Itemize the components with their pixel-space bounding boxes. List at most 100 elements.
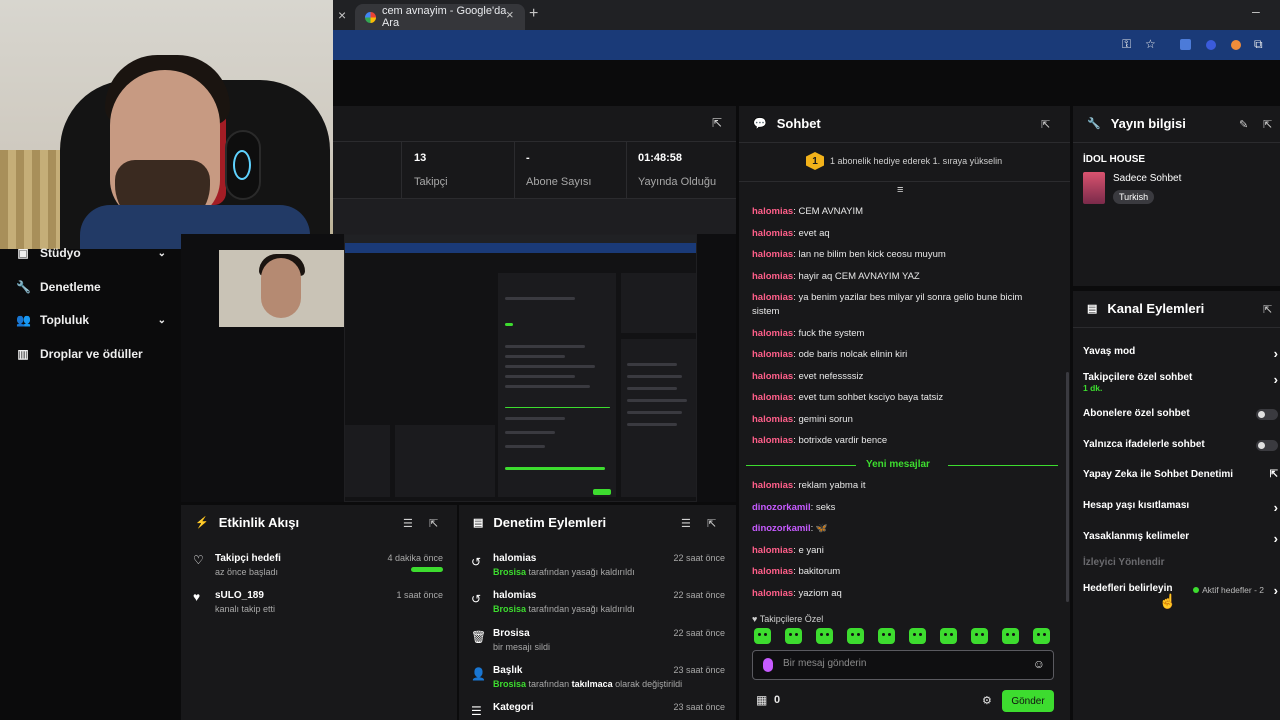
popout-icon[interactable]: ⇱	[707, 517, 716, 530]
category-thumbnail[interactable]	[1083, 172, 1105, 204]
chat-username[interactable]: halomias	[752, 328, 793, 339]
chat-username[interactable]: halomias	[752, 228, 793, 239]
chat-message[interactable]: halomias: evet tum sohbet ksciyo baya ta…	[752, 391, 1052, 405]
chat-username[interactable]: halomias	[752, 435, 793, 446]
emote-button[interactable]	[1002, 628, 1019, 644]
edit-icon[interactable]: ✎	[1239, 118, 1248, 131]
emote-bar	[754, 628, 1050, 644]
emote-button[interactable]	[847, 628, 864, 644]
chat-username[interactable]: halomias	[752, 480, 793, 491]
followers-only-row[interactable]: Takipçilere özel sohbet 1 dk. ›	[1083, 372, 1280, 393]
points-icon[interactable]: ▦	[756, 693, 767, 707]
chat-message[interactable]: dinozorkamil: 🦋	[752, 522, 1052, 536]
popout-icon[interactable]: ⇱	[429, 517, 438, 530]
chat-message[interactable]: halomias: hayir aq CEM AVNAYIM YAZ	[752, 270, 1052, 284]
emote-button[interactable]	[754, 628, 771, 644]
chat-message[interactable]: halomias: botrixde vardir bence	[752, 434, 1052, 448]
browser-tab[interactable]: cem avnayim - Google'da Ara	[355, 4, 525, 30]
subs-only-row[interactable]: Abonelere özel sohbet	[1083, 408, 1280, 420]
chat-message[interactable]: halomias: fuck the system	[752, 327, 1052, 341]
chat-text: hayir aq CEM AVNAYIM YAZ	[798, 270, 920, 282]
key-icon[interactable]: ⚿	[1122, 37, 1131, 52]
emote-only-toggle[interactable]	[1256, 440, 1278, 451]
chat-text: evet aq	[798, 227, 830, 239]
account-age-row[interactable]: Hesap yaşı kısıtlaması ›	[1083, 500, 1280, 515]
chat-username[interactable]: halomias	[752, 206, 793, 217]
popout-icon[interactable]: ⇱	[712, 116, 722, 130]
filter-icon[interactable]: ☰	[681, 517, 691, 530]
chat-message[interactable]: halomias: bakitorum	[752, 565, 1052, 579]
chat-message[interactable]: halomias: evet nefessssiz	[752, 370, 1052, 384]
new-tab-icon[interactable]: +	[529, 5, 538, 23]
chat-username[interactable]: halomias	[752, 349, 793, 360]
slow-mode-row[interactable]: Yavaş mod ›	[1083, 346, 1280, 361]
puzzle-icon[interactable]: ⧉	[1254, 37, 1263, 52]
emote-button[interactable]	[1033, 628, 1050, 644]
nav-item-studio[interactable]: ▣ Stüdyo ⌄	[16, 246, 166, 260]
stats-subheader	[333, 198, 736, 234]
close-tab-icon[interactable]: ×	[506, 7, 514, 22]
chat-username[interactable]: halomias	[752, 414, 793, 425]
nav-item-community[interactable]: 👥 Topluluk ⌄	[16, 313, 166, 327]
emote-button[interactable]	[909, 628, 926, 644]
popout-icon[interactable]: ⇱	[1041, 118, 1050, 131]
emote-button[interactable]	[785, 628, 802, 644]
chat-username[interactable]: dinozorkamil	[752, 502, 811, 513]
chat-text: CEM AVNAYIM	[798, 206, 864, 217]
heart-icon: ♥	[193, 590, 201, 604]
emote-button[interactable]	[971, 628, 988, 644]
nav-item-moderation[interactable]: 🔧 Denetleme	[16, 280, 166, 294]
gear-icon[interactable]: ⚙	[982, 694, 992, 707]
mic-icon[interactable]	[763, 658, 773, 672]
emote-button[interactable]	[940, 628, 957, 644]
chat-message[interactable]: dinozorkamil: seks	[752, 501, 1052, 515]
subs-only-toggle[interactable]	[1256, 409, 1278, 420]
close-tab-icon[interactable]: ×	[338, 7, 346, 23]
chat-username[interactable]: halomias	[752, 545, 793, 556]
popout-icon[interactable]: ⇱	[1263, 118, 1272, 131]
emote-button[interactable]	[878, 628, 895, 644]
chat-message[interactable]: halomias: reklam yabma it	[752, 479, 1052, 493]
chat-message[interactable]: halomias: CEM AVNAYIM	[752, 205, 1052, 219]
chat-username[interactable]: dinozorkamil	[752, 523, 811, 534]
ai-mod-row[interactable]: Yapay Zeka ile Sohbet Denetimi ⇱	[1083, 469, 1280, 480]
chat-username[interactable]: halomias	[752, 588, 793, 599]
translate-icon[interactable]	[1180, 39, 1191, 50]
chat-username[interactable]: halomias	[752, 392, 793, 403]
set-goals-row[interactable]: Hedefleri belirleyin Aktif hedefler - 2 …	[1083, 583, 1280, 598]
chat-message[interactable]: halomias: e yani	[752, 544, 1052, 558]
chat-message[interactable]: halomias: ode baris nolcak elinin kiri	[752, 348, 1052, 362]
chat-username[interactable]: halomias	[752, 249, 793, 260]
chat-username[interactable]: halomias	[752, 371, 793, 382]
language-tag[interactable]: Turkish	[1113, 190, 1155, 204]
chat-input[interactable]	[783, 658, 1023, 669]
chat-message[interactable]: halomias: gemini sorun	[752, 413, 1052, 427]
chat-username[interactable]: halomias	[752, 271, 793, 282]
chat-scrollbar[interactable]	[1066, 372, 1069, 602]
extension-icon[interactable]	[1206, 40, 1216, 50]
gift-leaderboard[interactable]: 1 1 abonelik hediye ederek 1. sıraya yük…	[806, 152, 1002, 170]
chat-username[interactable]: halomias	[752, 292, 793, 303]
emote-button[interactable]	[816, 628, 833, 644]
extension-icon[interactable]	[1231, 40, 1241, 50]
chat-username[interactable]: halomias	[752, 566, 793, 577]
chat-message[interactable]: halomias: yaziom aq	[752, 587, 1052, 601]
category-name[interactable]: Sadece Sohbet	[1113, 173, 1181, 184]
chat-message[interactable]: halomias: ya benim yazilar bes milyar yi…	[752, 291, 1052, 319]
chat-message[interactable]: halomias: lan ne bilim ben kick ceosu mu…	[752, 248, 1052, 262]
channel-actions-panel: ▤ Kanal Eylemleri ⇱ Yavaş mod › Takipçil…	[1073, 291, 1280, 720]
popout-icon[interactable]: ⇱	[1263, 303, 1272, 316]
star-icon[interactable]: ☆	[1145, 37, 1156, 51]
banned-words-row[interactable]: Yasaklanmış kelimeler ›	[1083, 531, 1280, 546]
minimize-icon[interactable]: –	[1252, 3, 1260, 19]
emote-only-row[interactable]: Yalnızca ifadelerle sohbet	[1083, 439, 1280, 451]
nav-item-drops[interactable]: ▥ Droplar ve ödüller	[16, 347, 166, 361]
chat-text: reklam yabma it	[798, 480, 866, 491]
filter-icon[interactable]: ☰	[403, 517, 413, 530]
send-button[interactable]: Gönder	[1002, 690, 1054, 712]
chat-message[interactable]: halomias: evet aq	[752, 227, 1052, 241]
pinned-toggle-icon[interactable]: ≡	[897, 184, 903, 196]
emoji-icon[interactable]: ☺	[1033, 657, 1045, 671]
address-bar[interactable]	[333, 30, 1280, 60]
viewer-redirect-row[interactable]: İzleyici Yönlendir	[1083, 557, 1280, 568]
